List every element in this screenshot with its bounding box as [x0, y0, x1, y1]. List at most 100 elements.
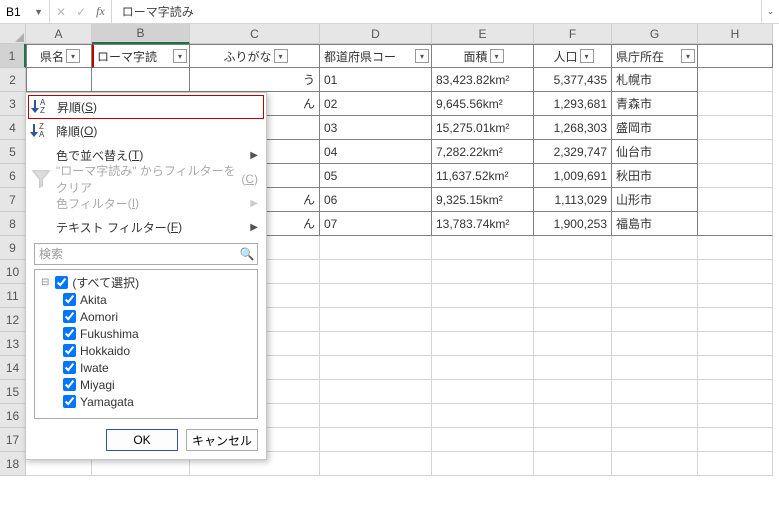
checkbox[interactable]	[63, 378, 76, 391]
checkbox[interactable]	[63, 361, 76, 374]
cancel-button[interactable]: キャンセル	[186, 429, 258, 451]
cell[interactable]	[432, 236, 534, 260]
cell[interactable]	[698, 92, 773, 116]
select-all-checkbox[interactable]: (すべて選択)	[41, 274, 251, 291]
row-header-7[interactable]: 7	[0, 188, 26, 212]
cell[interactable]: 2,329,747	[534, 140, 612, 164]
cell[interactable]: 福島市	[612, 212, 698, 236]
cell[interactable]: 9,325.15km²	[432, 188, 534, 212]
cell[interactable]	[320, 380, 432, 404]
cell[interactable]	[26, 68, 92, 92]
cell[interactable]	[534, 284, 612, 308]
cell[interactable]	[534, 380, 612, 404]
cell[interactable]	[698, 44, 773, 68]
filter-dropdown-icon[interactable]: ▾	[66, 49, 80, 63]
col-header-g[interactable]: G	[612, 24, 698, 44]
cell[interactable]: 山形市	[612, 188, 698, 212]
cell[interactable]	[698, 188, 773, 212]
cell[interactable]	[534, 236, 612, 260]
text-filter-item[interactable]: テキスト フィルター(F) ▶	[28, 215, 264, 239]
filter-value-item[interactable]: Fukushima	[63, 325, 251, 342]
cell[interactable]	[320, 404, 432, 428]
cell[interactable]	[612, 452, 698, 476]
cell[interactable]	[534, 308, 612, 332]
cell[interactable]: 秋田市	[612, 164, 698, 188]
row-header-5[interactable]: 5	[0, 140, 26, 164]
header-cell-capital[interactable]: 県庁所在▾	[612, 44, 698, 68]
filter-value-item[interactable]: Akita	[63, 291, 251, 308]
row-header-15[interactable]: 15	[0, 380, 26, 404]
cell[interactable]	[698, 332, 773, 356]
cell[interactable]	[612, 404, 698, 428]
cell[interactable]	[534, 260, 612, 284]
row-header-12[interactable]: 12	[0, 308, 26, 332]
cell[interactable]: 1,113,029	[534, 188, 612, 212]
cell[interactable]: 11,637.52km²	[432, 164, 534, 188]
header-cell-code[interactable]: 都道府県コー▾	[320, 44, 432, 68]
cell[interactable]	[698, 68, 773, 92]
cell[interactable]	[612, 428, 698, 452]
row-header-1[interactable]: 1	[0, 44, 26, 68]
cell[interactable]	[534, 428, 612, 452]
cell[interactable]	[698, 116, 773, 140]
cell[interactable]: 05	[320, 164, 432, 188]
filter-dropdown-icon[interactable]: ▾	[274, 49, 288, 63]
cell[interactable]: 06	[320, 188, 432, 212]
filter-values-list[interactable]: (すべて選択) Akita Aomori Fukushima Hokkaido …	[34, 269, 258, 419]
cell[interactable]	[698, 356, 773, 380]
cell[interactable]: 1,268,303	[534, 116, 612, 140]
row-header-10[interactable]: 10	[0, 260, 26, 284]
cell[interactable]	[612, 308, 698, 332]
header-cell-name[interactable]: 県名▾	[26, 44, 92, 68]
cell[interactable]	[698, 212, 773, 236]
row-header-8[interactable]: 8	[0, 212, 26, 236]
cell[interactable]: 15,275.01km²	[432, 116, 534, 140]
cell[interactable]: 5,377,435	[534, 68, 612, 92]
cell[interactable]: 盛岡市	[612, 116, 698, 140]
cell[interactable]	[320, 452, 432, 476]
cell[interactable]	[320, 332, 432, 356]
cell[interactable]: 1,900,253	[534, 212, 612, 236]
cell[interactable]	[612, 236, 698, 260]
cell[interactable]	[698, 140, 773, 164]
col-header-d[interactable]: D	[320, 24, 432, 44]
filter-dropdown-icon[interactable]: ▾	[173, 49, 187, 63]
cell[interactable]	[432, 308, 534, 332]
cell[interactable]: 07	[320, 212, 432, 236]
filter-value-item[interactable]: Yamagata	[63, 393, 251, 410]
cell[interactable]: 04	[320, 140, 432, 164]
cell[interactable]	[698, 164, 773, 188]
sort-ascending-item[interactable]: AZ 昇順(S)	[28, 95, 264, 119]
cell[interactable]	[432, 332, 534, 356]
row-header-13[interactable]: 13	[0, 332, 26, 356]
cell[interactable]	[432, 356, 534, 380]
select-all-corner[interactable]	[0, 24, 26, 44]
cell[interactable]: 01	[320, 68, 432, 92]
cell[interactable]	[320, 284, 432, 308]
cell[interactable]	[534, 356, 612, 380]
cell[interactable]	[612, 380, 698, 404]
cell[interactable]	[534, 452, 612, 476]
checkbox[interactable]	[63, 327, 76, 340]
cell[interactable]	[534, 332, 612, 356]
row-header-11[interactable]: 11	[0, 284, 26, 308]
cell[interactable]	[698, 404, 773, 428]
cell[interactable]: 9,645.56km²	[432, 92, 534, 116]
cell[interactable]	[698, 308, 773, 332]
cell[interactable]: 13,783.74km²	[432, 212, 534, 236]
cell[interactable]: う	[190, 68, 320, 92]
row-header-17[interactable]: 17	[0, 428, 26, 452]
row-header-9[interactable]: 9	[0, 236, 26, 260]
cell[interactable]	[612, 284, 698, 308]
cell[interactable]: 83,423.82km²	[432, 68, 534, 92]
checkbox[interactable]	[63, 395, 76, 408]
filter-search-input[interactable]	[35, 247, 237, 261]
cell[interactable]	[432, 404, 534, 428]
filter-value-item[interactable]: Aomori	[63, 308, 251, 325]
col-header-h[interactable]: H	[698, 24, 773, 44]
sort-descending-item[interactable]: ZA 降順(O)	[28, 119, 264, 143]
cell[interactable]	[320, 428, 432, 452]
cell[interactable]	[432, 428, 534, 452]
col-header-c[interactable]: C	[190, 24, 320, 44]
cell[interactable]: 03	[320, 116, 432, 140]
